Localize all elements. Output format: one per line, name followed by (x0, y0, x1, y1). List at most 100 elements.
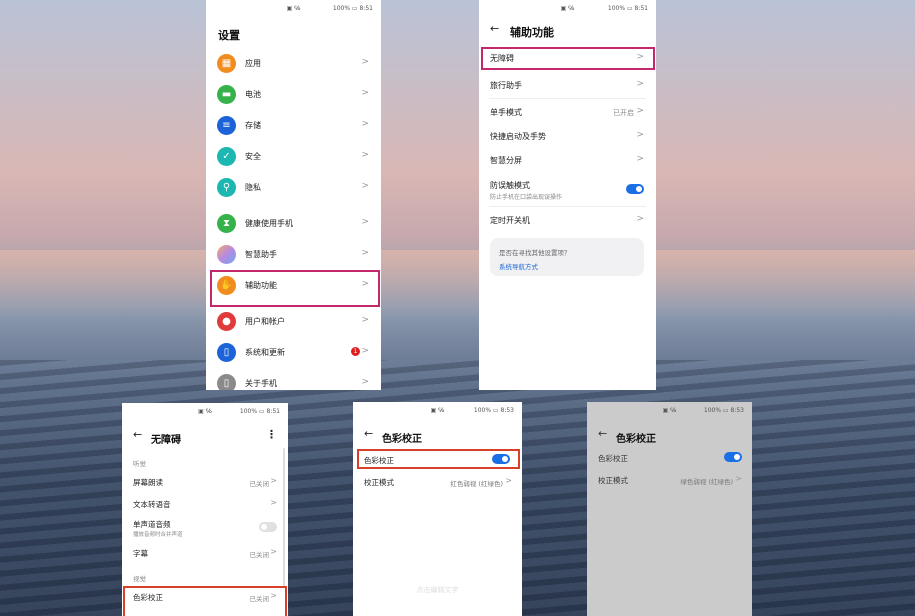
color-correction-label: 色彩校正 (598, 454, 628, 463)
highlight-box (357, 449, 520, 469)
chevron-right-icon: > (361, 248, 369, 258)
divider (489, 98, 646, 99)
back-arrow-icon[interactable]: ← (364, 427, 373, 440)
page-title: 色彩校正 (616, 434, 656, 445)
scrollbar[interactable] (283, 448, 285, 588)
chevron-right-icon: > (361, 377, 369, 387)
menu-item-label: 快捷启动及手势 (490, 132, 546, 141)
status-bar: ▣ ℅ 100% ▭ 8:51 (122, 403, 288, 419)
settings-item-about[interactable]: ▯ 关于手机 > (206, 368, 381, 390)
status-battery-time: 100% ▭ 8:51 (239, 408, 280, 415)
assistant-icon (217, 245, 236, 264)
status-battery-time: 100% ▭ 8:51 (607, 5, 648, 12)
row-text-to-speech[interactable]: 文本转语音 (133, 499, 171, 510)
chevron-right-icon: > (361, 57, 369, 67)
settings-item-privacy[interactable]: ⚲ 隐私 > (206, 172, 381, 203)
section-header-hearing: 听觉 (133, 460, 146, 468)
chevron-right-icon: > (361, 150, 369, 160)
settings-item-apps[interactable]: ▦ 应用 > (206, 48, 381, 79)
battery-icon: ▬ (217, 85, 236, 104)
chevron-right-icon: > (361, 217, 369, 227)
menu-item-one-hand-mode[interactable]: 单手模式 已开启 > (479, 101, 656, 123)
chevron-right-icon: > (270, 476, 277, 485)
settings-item-label: 智慧助手 (245, 250, 277, 259)
settings-item-assistant[interactable]: 智慧助手 > (206, 239, 381, 270)
chevron-right-icon: > (361, 119, 369, 129)
privacy-icon: ⚲ (217, 178, 236, 197)
phone-color-correction-screen: ▣ ℅ 100% ▭ 8:53 ← 色彩校正 色彩校正 校正模式 红色弱视 (红… (353, 402, 522, 616)
color-correction-toggle[interactable] (724, 452, 742, 462)
chevron-right-icon: > (636, 106, 644, 116)
correction-mode-row[interactable]: 校正模式 (598, 475, 628, 486)
chevron-right-icon: > (505, 476, 512, 485)
settings-item-label: 系统和更新 (245, 348, 285, 357)
settings-item-label: 用户和帐户 (245, 317, 285, 326)
row-mono-audio[interactable]: 单声道音频 (133, 519, 171, 530)
storage-icon: ≡ (217, 116, 236, 135)
mono-audio-toggle[interactable] (259, 522, 277, 532)
suggestion-card: 是否在寻找其他设置项？ 系统导航方式 (490, 238, 644, 276)
menu-item-smart-split-screen[interactable]: 智慧分屏 > (479, 149, 656, 171)
back-arrow-icon[interactable]: ← (598, 427, 607, 440)
row-screen-reader[interactable]: 屏幕朗读 (133, 477, 163, 488)
menu-item-label: 单手模式 (490, 108, 522, 117)
suggestion-link[interactable]: 系统导航方式 (499, 261, 538, 271)
settings-item-label: 应用 (245, 59, 261, 68)
phone-barrier-free-screen: ▣ ℅ 100% ▭ 8:51 ← 无障碍 ⋮ 听觉 屏幕朗读 已关闭 > 文本… (122, 403, 288, 616)
hourglass-icon: ⧗ (217, 214, 236, 233)
status-battery-time: 100% ▭ 8:53 (703, 407, 744, 414)
settings-item-label: 存储 (245, 121, 261, 130)
correction-mode-value: 绿色弱视 (红绿色) (680, 478, 733, 486)
status-value: 已开启 (613, 109, 634, 117)
highlight-box (210, 270, 380, 307)
menu-item-label: 旅行助手 (490, 81, 522, 90)
settings-item-label: 隐私 (245, 183, 261, 192)
chevron-right-icon: > (361, 315, 369, 325)
header: ← 辅助功能 (479, 16, 656, 42)
settings-item-digital-balance[interactable]: ⧗ 健康使用手机 > (206, 208, 381, 239)
chevron-right-icon: > (361, 346, 369, 356)
correction-mode-row[interactable]: 校正模式 (364, 477, 394, 488)
settings-item-storage[interactable]: ≡ 存储 > (206, 110, 381, 141)
more-options-icon[interactable]: ⋮ (266, 428, 277, 441)
back-arrow-icon[interactable]: ← (133, 428, 142, 441)
status-bar: ▣ ℅ 100% ▭ 8:53 (587, 402, 752, 418)
page-title: 设置 (218, 29, 240, 42)
page-title: 色彩校正 (382, 434, 422, 445)
page-title: 无障碍 (151, 435, 181, 446)
menu-item-label: 防误触模式 (490, 181, 530, 190)
settings-item-security[interactable]: ✓ 安全 > (206, 141, 381, 172)
menu-item-shortcuts-gestures[interactable]: 快捷启动及手势 > (479, 125, 656, 147)
back-arrow-icon[interactable]: ← (490, 22, 499, 35)
chevron-right-icon: > (636, 79, 644, 89)
row-description: 播放音频时合并声道 (133, 532, 183, 538)
status-value: 已关闭 (249, 480, 270, 488)
menu-item-scheduled-power[interactable]: 定时开关机 > (479, 209, 656, 231)
settings-item-label: 电池 (245, 90, 261, 99)
background-sky-glow (0, 250, 915, 320)
system-icon: ▯ (217, 343, 236, 362)
settings-item-system[interactable]: ▯ 系统和更新 1 > (206, 337, 381, 368)
menu-item-travel-assistant[interactable]: 旅行助手 > (479, 74, 656, 96)
section-header-vision: 视觉 (133, 575, 146, 583)
highlight-box (123, 586, 287, 616)
chevron-right-icon: > (636, 130, 644, 140)
user-icon: ● (217, 312, 236, 331)
phone-settings-screen: ▣ ℅ 100% ▭ 8:51 设置 ▦ 应用 > ▬ 电池 > ≡ 存储 > … (206, 0, 381, 390)
status-battery-time: 100% ▭ 8:53 (473, 407, 514, 414)
settings-item-label: 健康使用手机 (245, 219, 293, 228)
settings-item-label: 安全 (245, 152, 261, 161)
status-value: 已关闭 (249, 551, 270, 559)
status-bar: ▣ ℅ 100% ▭ 8:51 (479, 0, 656, 16)
settings-item-label: 关于手机 (245, 379, 277, 388)
chevron-right-icon: > (735, 474, 742, 483)
suggestion-question: 是否在寻找其他设置项？ (499, 249, 571, 257)
pocket-mode-toggle[interactable] (626, 184, 644, 194)
settings-item-battery[interactable]: ▬ 电池 > (206, 79, 381, 110)
status-bar: ▣ ℅ 100% ▭ 8:53 (353, 402, 522, 418)
settings-item-users[interactable]: ● 用户和帐户 > (206, 306, 381, 337)
chevron-right-icon: > (270, 498, 277, 507)
security-icon: ✓ (217, 147, 236, 166)
menu-item-pocket-mode[interactable]: 防误触模式 防止手机在口袋出现误操作 (479, 175, 656, 205)
row-captions[interactable]: 字幕 (133, 548, 148, 559)
